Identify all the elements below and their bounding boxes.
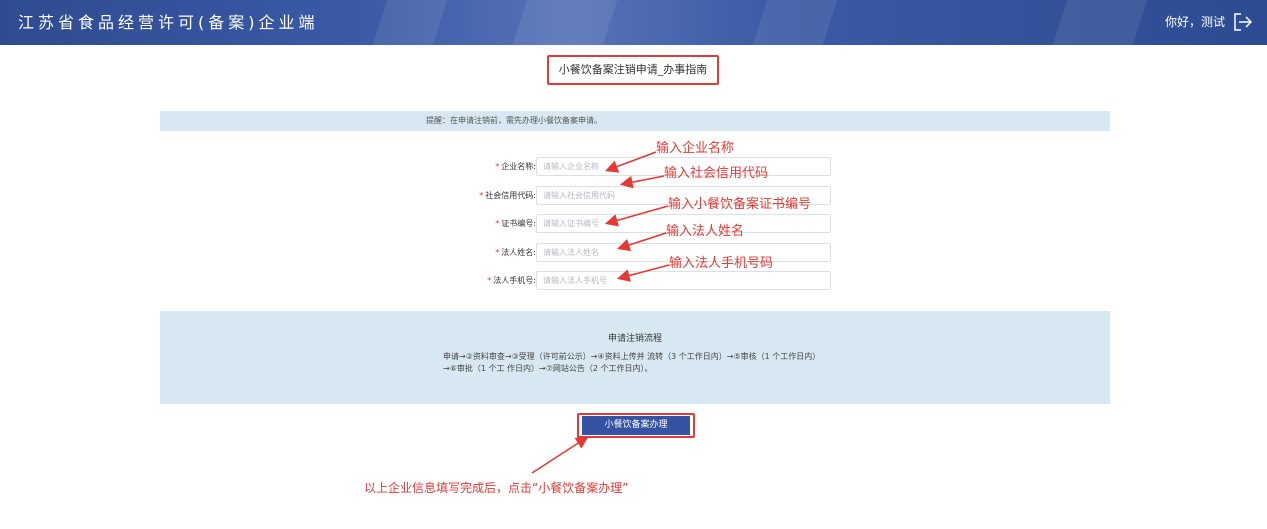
- form-row-legal-phone: * 法人手机号:: [400, 271, 832, 291]
- process-panel: 申请注销流程 申请→②资料审查→③受理（许可前公示）→④资料上传并 流转（3 个…: [160, 311, 1110, 404]
- top-header: 江苏省食品经营许可(备案)企业端 你好，测试: [0, 0, 1267, 45]
- header-decoration: [372, 0, 448, 45]
- required-mark: *: [479, 191, 484, 200]
- instruction-note: 以上企业信息填写完成后，点击“小餐饮备案办理”: [364, 481, 629, 495]
- company-name-label: * 企业名称:: [495, 162, 536, 171]
- process-title: 申请注销流程: [607, 334, 662, 344]
- header-decoration: [512, 0, 618, 45]
- user-greeting: 你好，测试: [1164, 15, 1225, 29]
- annotation-arrow: [531, 436, 589, 474]
- legal-name-label: * 法人姓名:: [495, 248, 536, 257]
- form-row-certificate-number: * 证书编号:: [400, 214, 832, 234]
- annotation-label: 输入企业名称: [656, 141, 735, 156]
- required-mark: *: [495, 248, 500, 257]
- legal-phone-label: * 法人手机号:: [487, 276, 536, 285]
- header-decoration: [752, 0, 838, 45]
- guide-title-link[interactable]: 小餐饮备案注销申请_办事指南: [547, 55, 719, 85]
- notice-bar: 提醒：在申请注销前，需先办理小餐饮备案申请。: [160, 111, 1110, 131]
- certificate-number-label: * 证书编号:: [495, 219, 536, 228]
- required-mark: *: [495, 219, 500, 228]
- header-decoration: [1052, 0, 1148, 45]
- process-text: 申请→②资料审查→③受理（许可前公示）→④资料上传并 流转（3 个工作日内）→⑤…: [443, 352, 821, 373]
- required-mark: *: [495, 162, 500, 171]
- legal-phone-input[interactable]: [536, 271, 831, 290]
- required-mark: *: [487, 276, 492, 285]
- logout-icon[interactable]: [1233, 12, 1253, 32]
- notice-text: 提醒：在申请注销前，需先办理小餐饮备案申请。: [426, 116, 602, 125]
- annotation-label: 输入法人手机号码: [669, 256, 774, 271]
- annotation-arrow: [619, 175, 665, 189]
- app-title: 江苏省食品经营许可(备案)企业端: [18, 13, 319, 32]
- annotation-label: 输入小餐饮备案证书编号: [668, 197, 812, 212]
- credit-code-label: * 社会信用代码:: [479, 191, 536, 200]
- small-catering-filing-button[interactable]: 小餐饮备案办理: [582, 416, 690, 435]
- annotation-label: 输入法人姓名: [666, 224, 745, 239]
- annotation-label: 输入社会信用代码: [664, 166, 769, 181]
